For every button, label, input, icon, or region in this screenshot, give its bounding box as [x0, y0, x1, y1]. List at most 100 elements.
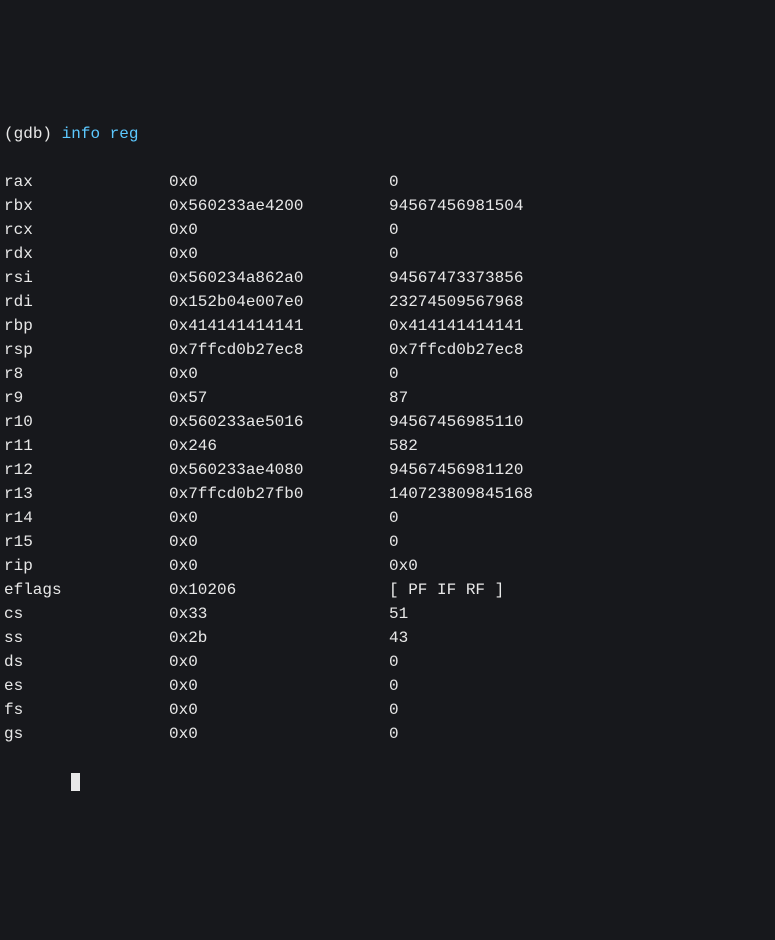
- register-dec: 0: [389, 650, 399, 674]
- register-row: es0x00: [4, 674, 771, 698]
- register-row: ss0x2b43: [4, 626, 771, 650]
- register-dec: 94567456985110: [389, 410, 523, 434]
- register-dec: 94567456981120: [389, 458, 523, 482]
- register-dec: 0: [389, 698, 399, 722]
- register-dec: 94567473373856: [389, 266, 523, 290]
- register-hex: 0x560233ae5016: [169, 410, 389, 434]
- register-row: rax0x00: [4, 170, 771, 194]
- register-name: r10: [4, 410, 169, 434]
- register-row: r120x560233ae408094567456981120: [4, 458, 771, 482]
- register-name: ds: [4, 650, 169, 674]
- register-dec: 0: [389, 530, 399, 554]
- register-dec: 0x0: [389, 554, 418, 578]
- register-dec: 23274509567968: [389, 290, 523, 314]
- register-row: r130x7ffcd0b27fb0140723809845168: [4, 482, 771, 506]
- register-name: cs: [4, 602, 169, 626]
- register-dec: 0: [389, 218, 399, 242]
- register-hex: 0x0: [169, 362, 389, 386]
- register-row: r80x00: [4, 362, 771, 386]
- register-hex: 0x560233ae4080: [169, 458, 389, 482]
- register-name: r13: [4, 482, 169, 506]
- register-dec: 0x7ffcd0b27ec8: [389, 338, 523, 362]
- register-hex: 0x246: [169, 434, 389, 458]
- register-hex: 0x10206: [169, 578, 389, 602]
- register-name: r8: [4, 362, 169, 386]
- cursor-line: [4, 770, 771, 794]
- register-dec: 94567456981504: [389, 194, 523, 218]
- register-name: r9: [4, 386, 169, 410]
- register-row: r90x5787: [4, 386, 771, 410]
- register-dec: 87: [389, 386, 408, 410]
- command-text: info reg: [62, 125, 139, 143]
- register-name: rsi: [4, 266, 169, 290]
- register-hex: 0x0: [169, 650, 389, 674]
- register-name: fs: [4, 698, 169, 722]
- register-hex: 0x560233ae4200: [169, 194, 389, 218]
- register-row: ds0x00: [4, 650, 771, 674]
- register-dec: 582: [389, 434, 418, 458]
- prompt-gdb: gdb: [14, 125, 43, 143]
- terminal-output[interactable]: (gdb) info reg rax0x00rbx0x560233ae42009…: [4, 98, 771, 818]
- register-row: rsp0x7ffcd0b27ec80x7ffcd0b27ec8: [4, 338, 771, 362]
- register-name: rcx: [4, 218, 169, 242]
- register-row: rcx0x00: [4, 218, 771, 242]
- register-name: eflags: [4, 578, 169, 602]
- register-name: rbx: [4, 194, 169, 218]
- register-row: r140x00: [4, 506, 771, 530]
- register-dec: 0: [389, 362, 399, 386]
- prompt-open: (: [4, 125, 14, 143]
- prompt-line: (gdb) info reg: [4, 122, 771, 146]
- register-name: rdx: [4, 242, 169, 266]
- register-row: eflags0x10206[ PF IF RF ]: [4, 578, 771, 602]
- register-hex: 0x0: [169, 554, 389, 578]
- register-dec: 0: [389, 242, 399, 266]
- register-name: rbp: [4, 314, 169, 338]
- register-dec: 0: [389, 674, 399, 698]
- register-hex: 0x560234a862a0: [169, 266, 389, 290]
- register-row: r110x246582: [4, 434, 771, 458]
- register-name: ss: [4, 626, 169, 650]
- register-name: r11: [4, 434, 169, 458]
- register-row: rbp0x4141414141410x414141414141: [4, 314, 771, 338]
- register-name: rsp: [4, 338, 169, 362]
- register-hex: 0x0: [169, 722, 389, 746]
- register-hex: 0x414141414141: [169, 314, 389, 338]
- register-dec: [ PF IF RF ]: [389, 578, 504, 602]
- register-hex: 0x0: [169, 506, 389, 530]
- register-hex: 0x2b: [169, 626, 389, 650]
- register-list: rax0x00rbx0x560233ae420094567456981504rc…: [4, 170, 771, 746]
- register-name: r15: [4, 530, 169, 554]
- register-dec: 43: [389, 626, 408, 650]
- register-dec: 0: [389, 506, 399, 530]
- register-row: r100x560233ae501694567456985110: [4, 410, 771, 434]
- register-dec: 140723809845168: [389, 482, 533, 506]
- register-name: gs: [4, 722, 169, 746]
- cursor-icon: [71, 773, 80, 791]
- register-hex: 0x152b04e007e0: [169, 290, 389, 314]
- register-row: rdi0x152b04e007e023274509567968: [4, 290, 771, 314]
- register-name: rip: [4, 554, 169, 578]
- register-name: r12: [4, 458, 169, 482]
- register-name: rdi: [4, 290, 169, 314]
- register-dec: 0: [389, 722, 399, 746]
- register-row: cs0x3351: [4, 602, 771, 626]
- register-dec: 51: [389, 602, 408, 626]
- register-name: es: [4, 674, 169, 698]
- register-hex: 0x0: [169, 698, 389, 722]
- register-row: rsi0x560234a862a094567473373856: [4, 266, 771, 290]
- register-row: rbx0x560233ae420094567456981504: [4, 194, 771, 218]
- prompt-close: ): [42, 125, 52, 143]
- register-row: fs0x00: [4, 698, 771, 722]
- register-row: gs0x00: [4, 722, 771, 746]
- register-name: r14: [4, 506, 169, 530]
- register-hex: 0x57: [169, 386, 389, 410]
- register-hex: 0x0: [169, 242, 389, 266]
- register-hex: 0x0: [169, 530, 389, 554]
- register-row: r150x00: [4, 530, 771, 554]
- register-hex: 0x33: [169, 602, 389, 626]
- register-hex: 0x0: [169, 674, 389, 698]
- register-hex: 0x7ffcd0b27ec8: [169, 338, 389, 362]
- register-hex: 0x0: [169, 218, 389, 242]
- register-row: rip0x00x0: [4, 554, 771, 578]
- register-dec: 0: [389, 170, 399, 194]
